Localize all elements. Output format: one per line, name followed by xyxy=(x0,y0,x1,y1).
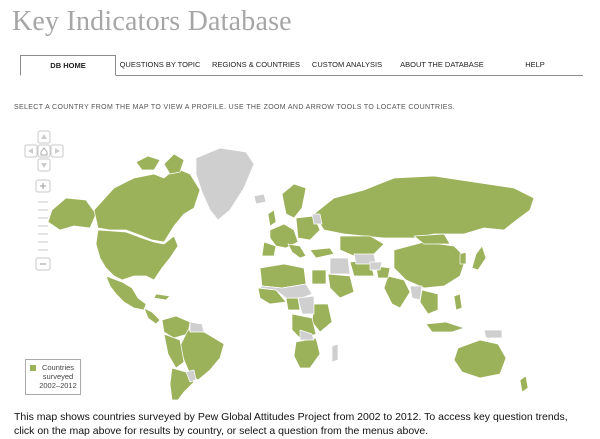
japan xyxy=(471,245,487,271)
legend-swatch xyxy=(30,365,36,371)
scandinavia xyxy=(281,183,307,219)
saudi-arabia xyxy=(327,273,355,299)
peru-bolivia xyxy=(163,333,185,369)
map-legend: Countries surveyed 2002–2012 xyxy=(25,359,81,395)
italy-balkans xyxy=(287,243,307,259)
iceland xyxy=(253,193,267,205)
tab-about-database[interactable]: ABOUT THE DATABASE xyxy=(396,55,488,75)
legend-line-3: 2002–2012 xyxy=(39,381,77,390)
australia xyxy=(453,339,507,379)
philippines xyxy=(453,293,463,311)
legend-line-1: Countries xyxy=(41,363,75,372)
arctic-islands xyxy=(135,155,161,171)
png xyxy=(483,329,503,339)
east-africa xyxy=(311,303,333,333)
north-africa xyxy=(259,263,307,289)
mongolia xyxy=(413,233,451,245)
map-caption: This map shows countries surveyed by Pew… xyxy=(14,411,568,437)
tab-custom-analysis[interactable]: CUSTOM ANALYSIS xyxy=(308,55,386,75)
alaska xyxy=(47,197,97,231)
india xyxy=(383,275,411,309)
southeast-asia xyxy=(419,289,439,315)
madagascar xyxy=(331,343,339,363)
uk xyxy=(267,209,277,227)
new-zealand xyxy=(519,375,529,393)
korea xyxy=(459,251,467,265)
zoom-slider[interactable] xyxy=(34,178,52,278)
iraq-syria xyxy=(329,257,351,275)
kazakhstan xyxy=(339,235,385,257)
central-america xyxy=(143,307,161,325)
tab-help[interactable]: HELP xyxy=(520,55,550,75)
tab-regions-countries[interactable]: REGIONS & COUNTRIES xyxy=(208,55,304,75)
main-nav: DB HOME QUESTIONS BY TOPIC REGIONS & COU… xyxy=(20,55,583,76)
world-map[interactable] xyxy=(14,118,586,400)
cuba xyxy=(153,293,171,301)
western-europe xyxy=(269,223,299,249)
guyana-region xyxy=(189,321,205,333)
belarus-region xyxy=(311,213,323,225)
myanmar-region xyxy=(409,285,423,301)
nigeria xyxy=(285,297,301,311)
page-title: Key Indicators Database xyxy=(12,6,292,37)
afghanistan xyxy=(369,261,383,271)
turkey xyxy=(309,247,335,259)
legend-line-2: surveyed xyxy=(42,372,74,381)
egypt xyxy=(311,269,327,285)
tab-db-home[interactable]: DB HOME xyxy=(20,55,116,76)
russia xyxy=(313,175,535,239)
tab-questions-by-topic[interactable]: QUESTIONS BY TOPIC xyxy=(118,55,202,75)
map-instructions: SELECT A COUNTRY FROM THE MAP TO VIEW A … xyxy=(14,104,456,111)
greenland xyxy=(195,147,255,221)
indonesia xyxy=(425,321,465,333)
mexico xyxy=(105,275,147,311)
sudan-chad xyxy=(297,295,315,315)
spain xyxy=(261,241,277,257)
southern-africa xyxy=(293,337,321,369)
